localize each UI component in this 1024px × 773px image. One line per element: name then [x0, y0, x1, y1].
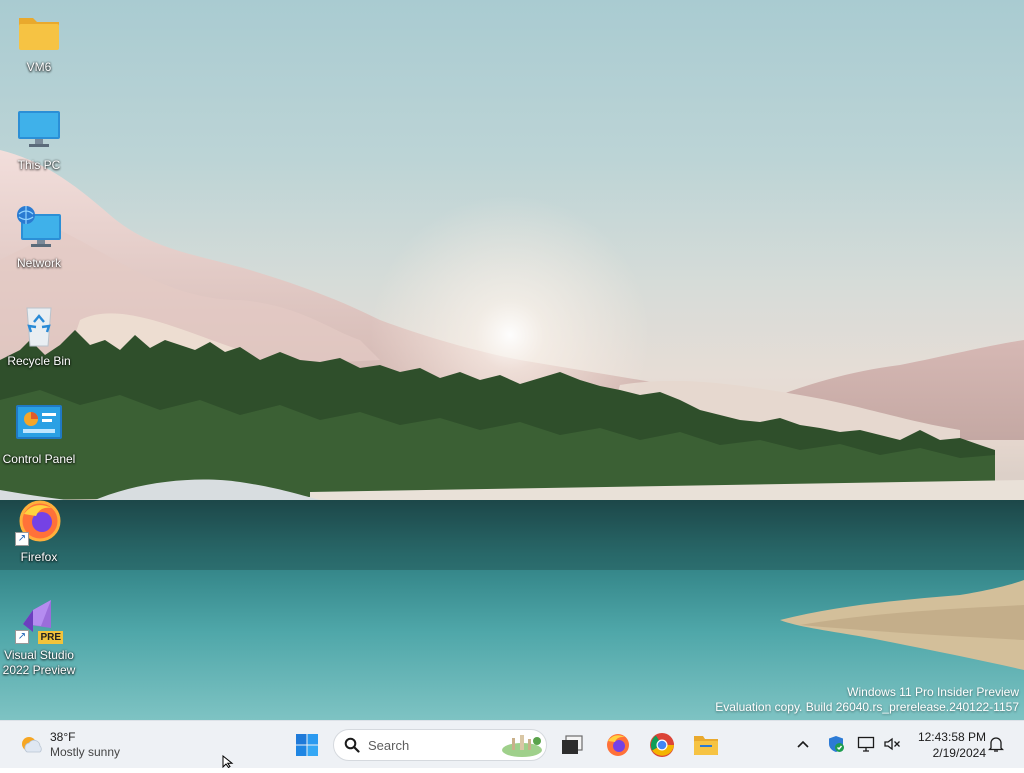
folder-icon [15, 10, 63, 58]
desktop-icon-label: VM6 [26, 60, 52, 74]
notifications-button[interactable] [985, 733, 1007, 755]
desktop-icon-recycle-bin[interactable]: Recycle Bin [2, 304, 76, 369]
desktop-icon-label: Firefox [20, 550, 58, 564]
chevron-up-icon [797, 740, 809, 748]
volume-tray[interactable] [881, 733, 903, 755]
preview-badge: PRE [38, 631, 63, 644]
task-view-button[interactable] [554, 727, 590, 763]
partly-sunny-icon [18, 732, 44, 758]
clock-date: 2/19/2024 [932, 746, 986, 760]
desktop-icon-label: Recycle Bin [7, 354, 71, 368]
desktop-icon-control-panel[interactable]: Control Panel [2, 402, 76, 467]
recycle-bin-icon [15, 304, 63, 352]
desktop-icon-this-pc[interactable]: This PC [2, 108, 76, 173]
taskbar-clock[interactable]: 12:43:58 PM 2/19/2024 [910, 729, 986, 761]
display-icon [857, 736, 875, 752]
control-panel-icon [15, 402, 63, 450]
desktop-icon-label: This PC [17, 158, 61, 172]
desktop-icon-label: Visual Studio 2022 Preview [2, 648, 76, 677]
defender-shield-icon [829, 736, 844, 752]
chrome-icon [650, 733, 674, 757]
visual-studio-icon: PRE ↗ [15, 598, 63, 646]
desktop-icon-visual-studio[interactable]: PRE ↗ Visual Studio 2022 Preview [2, 598, 76, 678]
bell-icon [988, 737, 1004, 752]
firefox-icon [607, 734, 629, 756]
weather-condition: Mostly sunny [50, 745, 121, 759]
speaker-muted-icon [884, 737, 900, 751]
taskbar-file-explorer-button[interactable] [688, 727, 724, 763]
desktop-wallpaper[interactable] [0, 0, 1024, 720]
network-icon [15, 206, 63, 254]
start-button[interactable] [289, 727, 325, 763]
taskbar-search-box[interactable]: Search [333, 729, 547, 761]
monitor-icon [15, 108, 63, 156]
mouse-cursor-icon [222, 754, 234, 773]
search-placeholder: Search [368, 737, 410, 753]
start-icon [296, 734, 318, 756]
shortcut-arrow-icon: ↗ [15, 532, 29, 546]
desktop-icon-label: Network [16, 256, 61, 270]
search-highlight-icon [502, 735, 542, 757]
search-icon [344, 737, 360, 753]
weather-widget[interactable]: 38°F Mostly sunny [18, 729, 120, 761]
weather-temperature: 38°F [50, 730, 76, 744]
desktop-icon-firefox[interactable]: ↗ Firefox [2, 500, 76, 565]
watermark-line-1: Windows 11 Pro Insider Preview [847, 685, 1019, 699]
task-view-icon [562, 735, 583, 754]
desktop-icon-vm6[interactable]: VM6 [2, 10, 76, 75]
clock-time: 12:43:58 PM [917, 730, 986, 744]
show-hidden-icons-button[interactable] [792, 733, 814, 755]
desktop-icon-label: Control Panel [2, 452, 76, 466]
evaluation-watermark: Windows 11 Pro Insider Preview Evaluatio… [715, 685, 1019, 715]
windows-security-tray[interactable] [825, 733, 847, 755]
shortcut-arrow-icon: ↗ [15, 630, 29, 644]
taskbar-chrome-button[interactable] [644, 727, 680, 763]
firefox-icon: ↗ [15, 500, 63, 548]
display-tray[interactable] [855, 733, 877, 755]
taskbar-firefox-button[interactable] [600, 727, 636, 763]
watermark-line-2: Evaluation copy. Build 26040.rs_prerelea… [715, 700, 1019, 714]
landscape-art [0, 150, 1024, 720]
taskbar: 38°F Mostly sunny Search 12:43:58 PM 2/1… [0, 720, 1024, 768]
desktop-icon-network[interactable]: Network [2, 206, 76, 271]
file-explorer-icon [694, 736, 718, 755]
